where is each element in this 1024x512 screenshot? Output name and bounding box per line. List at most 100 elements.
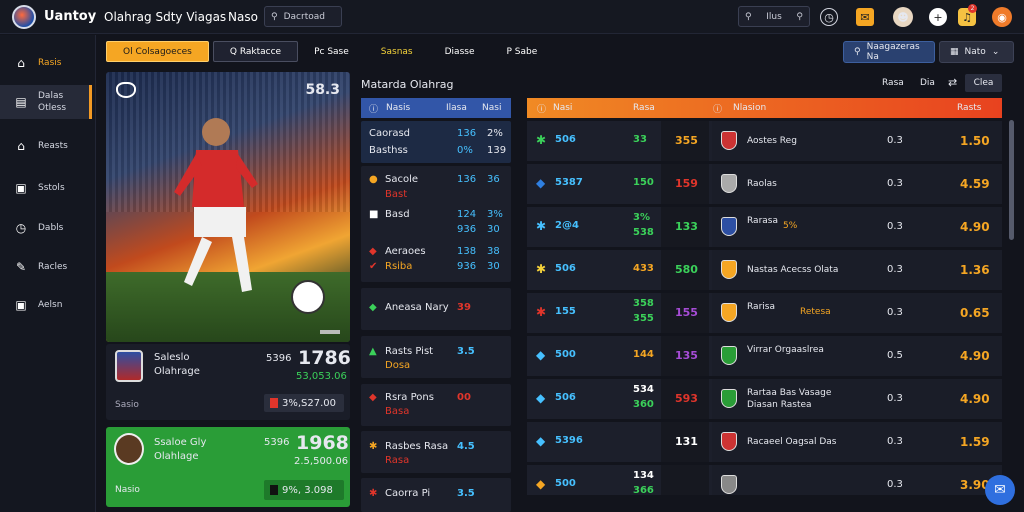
team-row[interactable] — [712, 293, 1002, 333]
odd-value[interactable]: 0.3 — [887, 178, 903, 189]
sidebar: ⌂ Rasis ▤ Dalas Otless ⌂ Reasts ▣ Sstols ◷ Da… — [0, 35, 96, 512]
match-value: 500 — [555, 478, 576, 489]
team-name: Virrar Orgaaslrea — [747, 345, 824, 355]
match-total[interactable]: 355 — [675, 134, 698, 147]
chat-icon[interactable]: ✉ — [856, 8, 874, 26]
match-odd: 3% — [633, 212, 650, 223]
odd-total[interactable]: 4.59 — [960, 177, 990, 191]
odds-block-5[interactable]: ◆ Rsra Pons 00 Basa — [361, 384, 511, 426]
pen-icon: ✎ — [15, 260, 27, 274]
odds-block-6[interactable]: ✱ Rasbes Rasa 4.5 Rasa — [361, 431, 511, 473]
odd-total[interactable]: 4.90 — [960, 392, 990, 406]
match-total[interactable]: 593 — [675, 392, 698, 405]
search-icon-2: ⚲ — [796, 11, 803, 22]
filter-dia[interactable]: Dia — [920, 78, 935, 88]
match-total[interactable]: 133 — [675, 220, 698, 233]
hero-banner[interactable]: 58.3 — [106, 72, 350, 342]
sidebar-item-racles[interactable]: ✎ Racles — [0, 251, 92, 283]
search-input[interactable]: Dacrtoad — [284, 12, 325, 22]
odds-block-2[interactable]: ● Sacole 136 36 Bast ■ Basd 124 3% 936 30 ◆ Aera… — [361, 166, 511, 282]
team-row[interactable] — [712, 336, 1002, 376]
tab-all-categories[interactable]: Ol Colsagoeces — [106, 41, 209, 62]
sidebar-item-sstols[interactable]: ▣ Sstols — [0, 172, 92, 204]
sport-icon: ◆ — [536, 348, 546, 362]
sidebar-item-stats[interactable]: ▤ Dalas Otless — [0, 85, 92, 119]
filter-rasa[interactable]: Rasa — [882, 78, 904, 88]
odd-total[interactable]: 0.65 — [960, 306, 990, 320]
match-value: 506 — [555, 263, 576, 274]
sidebar-item-home[interactable]: ⌂ Rasis — [0, 47, 92, 79]
settings-button[interactable]: ▦ Nato ⌄ — [939, 41, 1014, 63]
odd-value[interactable]: 0.3 — [887, 307, 903, 318]
match-total[interactable]: 159 — [675, 177, 698, 190]
grid-icon: ▦ — [950, 47, 959, 57]
chevron-down-icon: ⌄ — [991, 47, 1000, 57]
tab-sasnas[interactable]: Sasnas — [365, 41, 429, 62]
player-card[interactable]: Saleslo Olahrage 5396 1786 53,053.06 Sas… — [106, 344, 351, 420]
match-total[interactable]: 155 — [675, 306, 698, 319]
team-icon: ◆ — [369, 392, 377, 403]
featured-amount[interactable]: 9%, 3.098 — [264, 480, 344, 500]
odd-value[interactable]: 0.3 — [887, 479, 903, 490]
flag-icon — [270, 485, 278, 495]
filter-button[interactable]: ⚲ Naagazeras Na — [843, 41, 935, 63]
avatar[interactable]: ☻ — [893, 7, 913, 27]
odd-value[interactable]: 0.5 — [887, 350, 903, 361]
odd-total[interactable]: 1.59 — [960, 435, 990, 449]
odds-block-7[interactable]: ✱ Caorra Pi 3.5 — [361, 478, 511, 512]
clock-icon[interactable]: ◷ — [820, 8, 838, 26]
match-value: 155 — [555, 306, 576, 317]
tab-raktacce[interactable]: Q Raktacce — [212, 41, 299, 62]
odd-value[interactable]: 0.3 — [887, 135, 903, 146]
team-row[interactable] — [712, 207, 1002, 247]
match-total[interactable]: 135 — [675, 349, 698, 362]
team-icon: ▲ — [369, 346, 377, 357]
match-table-header: ⓘ Nasi Rasa ⓘ Nlasion Rasts — [527, 98, 1002, 118]
search-icon: ⚲ — [745, 11, 752, 22]
odd-total[interactable]: 1.50 — [960, 134, 990, 148]
chat-fab[interactable]: ✉ — [985, 475, 1015, 505]
odd-value[interactable]: 0.3 — [887, 264, 903, 275]
player-amount[interactable]: 3%,S27.00 — [264, 394, 344, 412]
scrollbar[interactable] — [1009, 120, 1014, 240]
wallet-icon: ▣ — [15, 298, 27, 312]
odds-block-1[interactable]: Caorasd 136 2% Basthss 0% 139 — [361, 121, 511, 163]
search-icon: ⚲ — [854, 47, 861, 57]
tab-sase[interactable]: Pc Sase — [298, 41, 365, 62]
match-value: 2@4 — [555, 220, 579, 231]
odd-total[interactable]: 4.90 — [960, 349, 990, 363]
sidebar-item-aelsn[interactable]: ▣ Aelsn — [0, 289, 92, 321]
featured-name: Ssaloe Gly — [154, 437, 207, 448]
sidebar-item-reasts[interactable]: ⌂ Reasts — [0, 130, 92, 162]
nav-link-naso[interactable]: Naso — [228, 10, 258, 24]
odd-value[interactable]: 0.3 — [887, 436, 903, 447]
featured-gain: 2.5,500.06 — [294, 456, 349, 467]
match-value: 506 — [555, 392, 576, 403]
odd-total[interactable]: 1.36 — [960, 263, 990, 277]
search-box[interactable]: ⚲ Dacrtoad — [264, 6, 342, 27]
team-row[interactable] — [712, 465, 1002, 495]
odd-value[interactable]: 0.3 — [887, 221, 903, 232]
quick-search[interactable]: ⚲ Ilus ⚲ — [738, 6, 810, 27]
tab-sabe[interactable]: P Sabe — [491, 41, 554, 62]
match-total[interactable]: 580 — [675, 263, 698, 276]
odd-value[interactable]: 0.3 — [887, 393, 903, 404]
app-logo[interactable] — [12, 5, 36, 29]
swap-icon[interactable]: ⇄ — [948, 76, 957, 89]
featured-card[interactable]: Ssaloe Gly Olahlage 5396 1968 2.5,500.06… — [106, 427, 350, 507]
user-menu-icon[interactable]: ◉ — [992, 7, 1012, 27]
odds-block-3[interactable]: ◆ Aneasa Nary 39 — [361, 288, 511, 330]
match-value: 5396 — [555, 435, 583, 446]
player-label: 5396 — [266, 353, 292, 364]
filter-clea[interactable]: Clea — [965, 74, 1002, 92]
plus-icon[interactable]: + — [929, 8, 947, 26]
team-icon: ● — [369, 174, 378, 185]
tab-diasse[interactable]: Diasse — [429, 41, 491, 62]
nav-link-sports[interactable]: Olahrag Sdty Viagas — [104, 10, 226, 24]
team-icon: ✱ — [369, 488, 378, 499]
team-crest-icon — [721, 303, 737, 322]
odds-block-4[interactable]: ▲ Rasts Pist 3.5 Dosa — [361, 336, 511, 378]
sidebar-item-dabls[interactable]: ◷ Dabls — [0, 212, 92, 244]
odd-total[interactable]: 4.90 — [960, 220, 990, 234]
match-total[interactable]: 131 — [675, 435, 698, 448]
